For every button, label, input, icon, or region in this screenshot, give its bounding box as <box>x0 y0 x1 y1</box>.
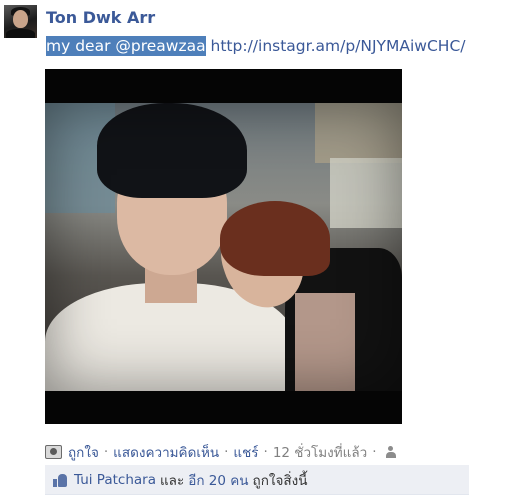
post-timestamp[interactable]: 12 ชั่วโมงที่แล้ว <box>273 441 367 463</box>
likes-and-text: และ <box>159 472 185 489</box>
thumbs-up-icon <box>53 473 67 487</box>
likes-summary: Tui Patchara และ อีก 20 คน ถูกใจสิ่งนี้ <box>45 465 469 495</box>
message-link[interactable]: http://instagr.am/p/NJYMAiwCHC/ <box>211 37 466 55</box>
separator: · <box>103 444 109 460</box>
liker-name-link[interactable]: Tui Patchara <box>74 472 156 488</box>
instagram-app-icon[interactable] <box>45 445 62 459</box>
likes-others-link[interactable]: อีก 20 คน <box>188 469 248 491</box>
friends-audience-icon[interactable] <box>385 446 400 458</box>
post-photo[interactable] <box>45 69 402 424</box>
photo-scene <box>45 103 402 391</box>
post-actions: ถูกใจ · แสดงความคิดเห็น · แชร์ · 12 ชั่ว… <box>45 441 400 463</box>
like-link[interactable]: ถูกใจ <box>68 441 99 463</box>
share-link[interactable]: แชร์ <box>233 441 258 463</box>
likes-suffix-text: ถูกใจสิ่งนี้ <box>252 472 308 489</box>
separator: · <box>263 444 268 460</box>
separator: · <box>372 444 377 460</box>
separator: · <box>224 444 229 460</box>
avatar-suit <box>6 29 35 38</box>
comment-link[interactable]: แสดงความคิดเห็น <box>113 441 219 463</box>
author-avatar[interactable] <box>4 5 37 38</box>
author-name[interactable]: Ton Dwk Arr <box>46 8 155 27</box>
post-message: my dear @preawzaa http://instagr.am/p/NJ… <box>46 36 466 56</box>
message-selected-text: my dear @preawzaa <box>46 36 206 56</box>
photo-vignette <box>45 103 402 391</box>
avatar-face <box>13 10 28 28</box>
